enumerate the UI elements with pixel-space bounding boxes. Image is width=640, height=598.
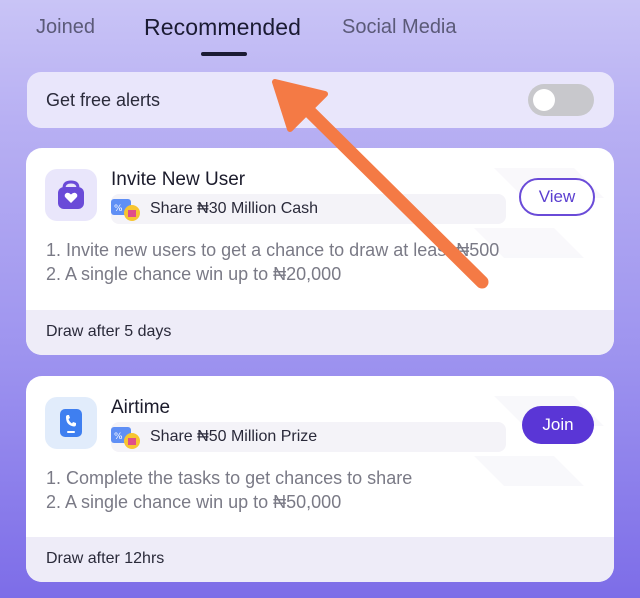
tab-joined[interactable]: Joined: [36, 16, 95, 39]
reward-text: Share ₦30 Million Cash: [150, 200, 319, 217]
tab-bar: Joined Recommended Social Media: [0, 0, 640, 62]
coupon-gift-icon: %: [111, 199, 140, 221]
campaign-card-airtime: Airtime % Share ₦50 Million Prize Join 1…: [26, 376, 614, 582]
free-alerts-row: Get free alerts: [27, 72, 614, 128]
phone-icon: [45, 397, 97, 449]
tab-recommended[interactable]: Recommended: [144, 14, 301, 41]
coupon-gift-icon: %: [111, 427, 140, 449]
card-description: 1. Invite new users to get a chance to d…: [46, 238, 499, 286]
reward-pill: % Share ₦30 Million Cash: [111, 194, 506, 224]
description-line: 2. A single chance win up to ₦50,000: [46, 492, 342, 512]
svg-text:%: %: [114, 432, 123, 442]
watermark-pattern-icon: [474, 396, 604, 486]
heart-bag-icon: [45, 169, 97, 221]
active-tab-indicator: [201, 52, 247, 56]
card-title: Invite New User: [111, 169, 246, 190]
join-button[interactable]: Join: [522, 406, 594, 444]
draw-schedule: Draw after 5 days: [46, 323, 172, 340]
svg-text:%: %: [114, 204, 123, 214]
free-alerts-toggle[interactable]: [528, 84, 594, 116]
toggle-knob: [533, 89, 555, 111]
card-description: 1. Complete the tasks to get chances to …: [46, 466, 412, 514]
reward-pill: % Share ₦50 Million Prize: [111, 422, 506, 452]
draw-schedule: Draw after 12hrs: [46, 550, 165, 567]
card-title: Airtime: [111, 397, 171, 418]
description-line: 2. A single chance win up to ₦20,000: [46, 264, 342, 284]
free-alerts-label: Get free alerts: [46, 90, 161, 110]
card-footer: Draw after 5 days: [26, 310, 614, 355]
description-line: 1. Complete the tasks to get chances to …: [46, 468, 413, 488]
reward-text: Share ₦50 Million Prize: [150, 428, 318, 445]
card-footer: Draw after 12hrs: [26, 537, 614, 582]
tab-social-media[interactable]: Social Media: [342, 16, 457, 39]
campaign-card-invite-new-user: Invite New User % Share ₦30 Million Cash…: [26, 148, 614, 355]
view-button[interactable]: View: [519, 178, 595, 216]
description-line: 1. Invite new users to get a chance to d…: [46, 240, 500, 260]
